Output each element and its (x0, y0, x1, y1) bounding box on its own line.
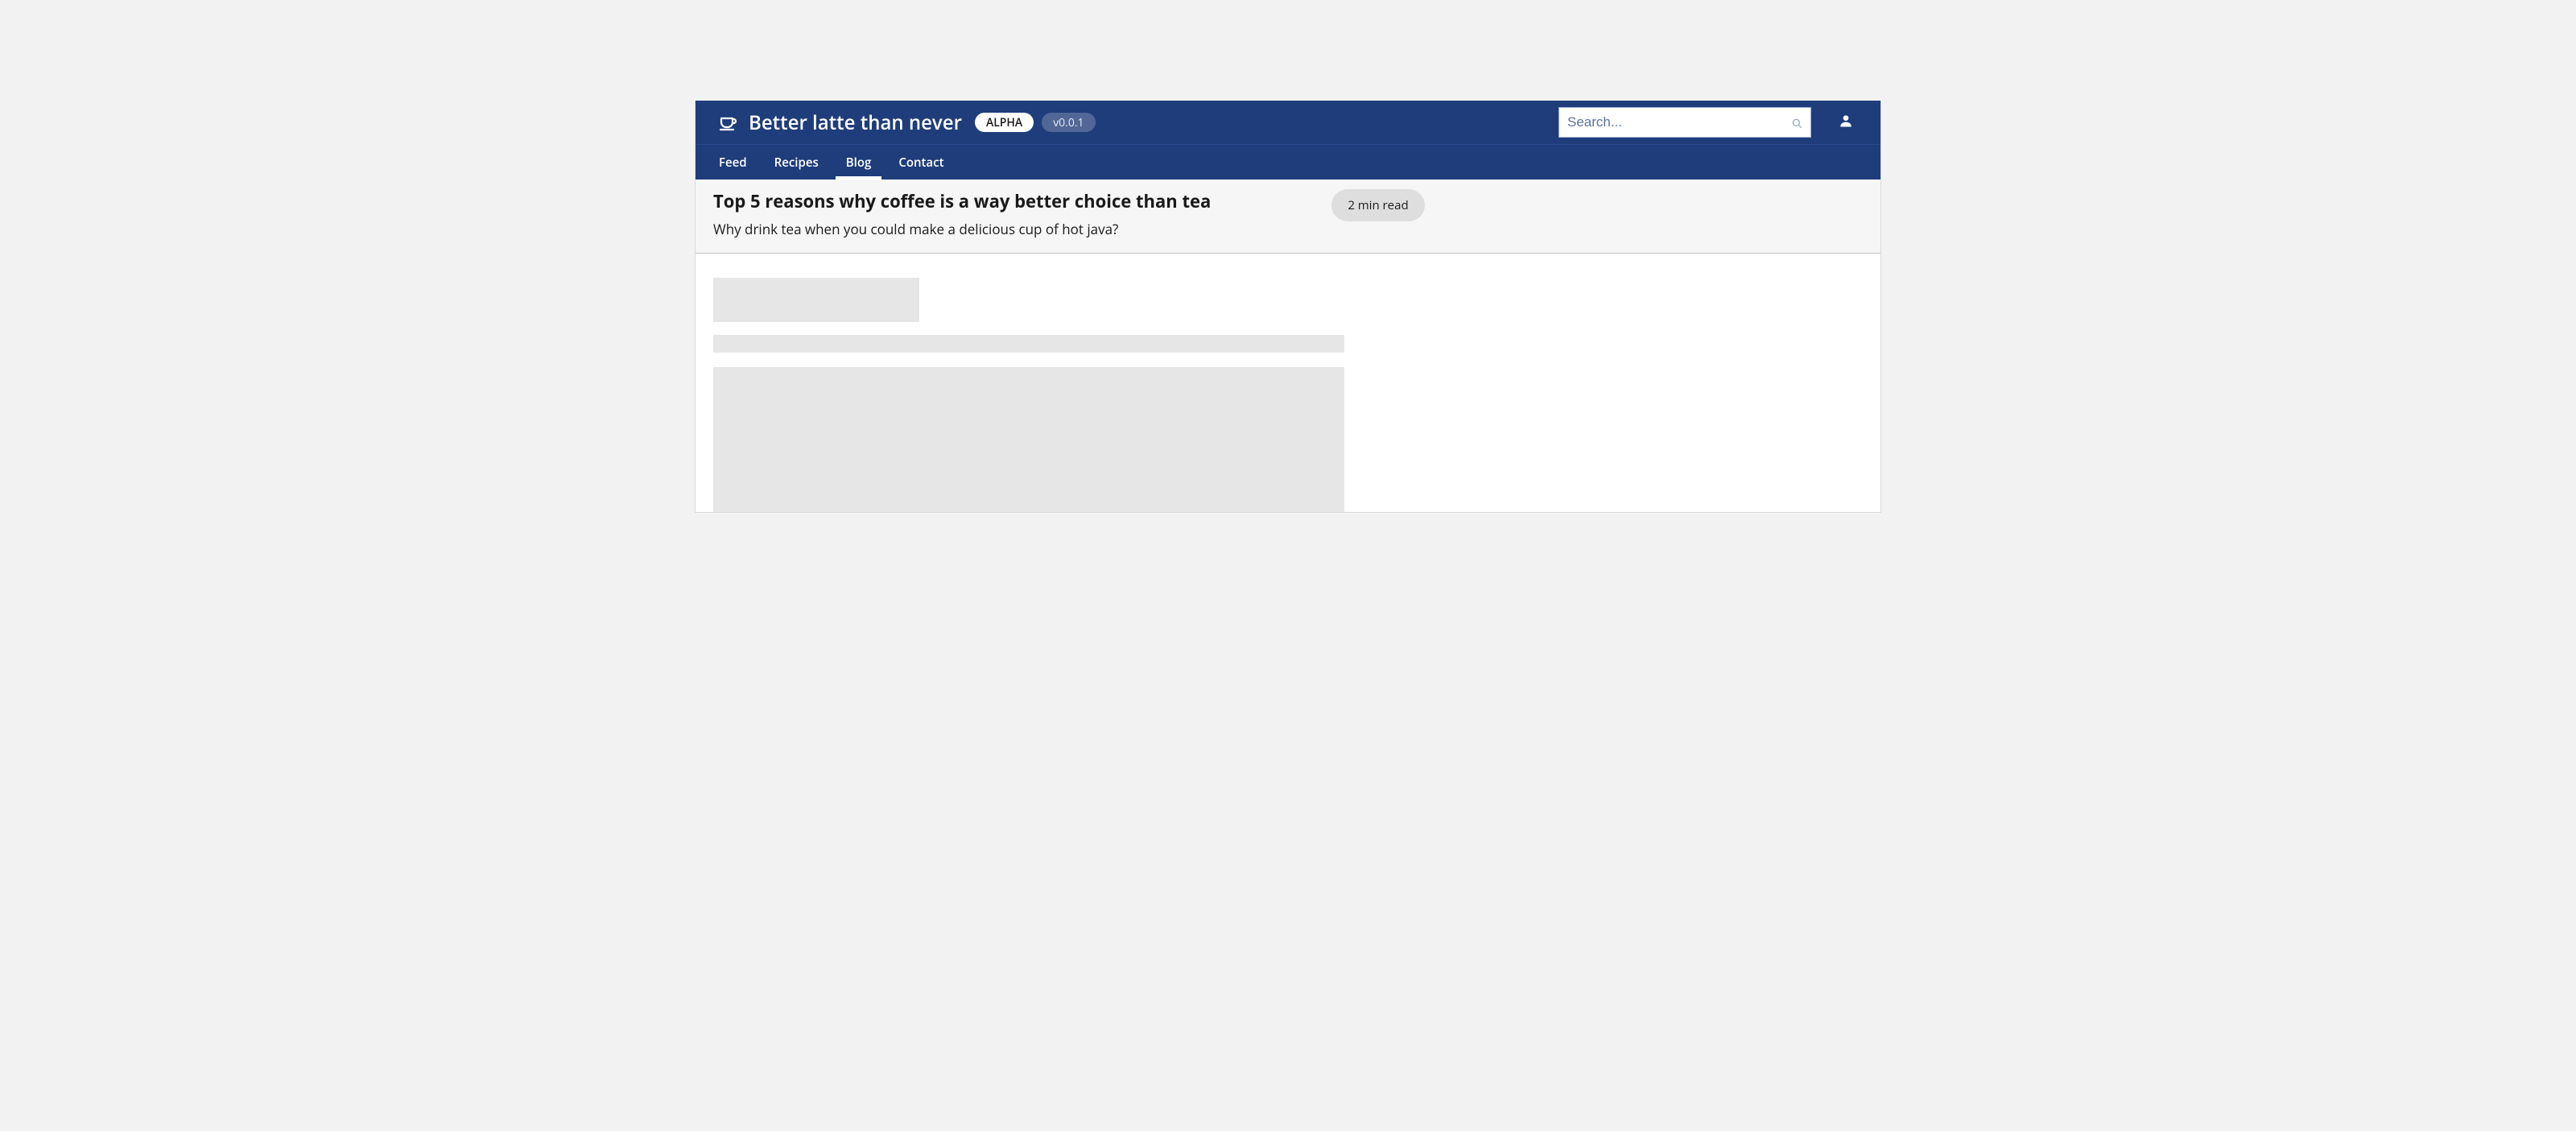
nav-item-blog[interactable]: Blog (832, 145, 886, 180)
page-header: Top 5 reasons why coffee is a way better… (696, 180, 1880, 254)
page-subtitle: Why drink tea when you could make a deli… (713, 220, 1211, 238)
search-input[interactable] (1558, 107, 1811, 138)
article-content (696, 254, 1880, 512)
version-badge: v0.0.1 (1042, 113, 1095, 132)
nav-item-recipes[interactable]: Recipes (761, 145, 832, 180)
nav-item-label: Feed (719, 155, 747, 171)
user-menu-button[interactable] (1834, 110, 1858, 134)
primary-nav: Feed Recipes Blog Contact (696, 144, 1880, 180)
coffee-cup-icon (718, 113, 737, 132)
nav-item-label: Blog (846, 155, 872, 171)
skeleton-block (713, 367, 1344, 512)
search-icon (1790, 116, 1803, 129)
nav-item-label: Recipes (774, 155, 819, 171)
nav-item-label: Contact (898, 155, 943, 171)
person-icon (1838, 113, 1854, 133)
brand-title: Better latte than never (749, 109, 962, 136)
alpha-badge: ALPHA (975, 113, 1034, 132)
app-frame: Better latte than never ALPHA v0.0.1 (695, 101, 1881, 513)
header-top: Better latte than never ALPHA v0.0.1 (696, 101, 1880, 144)
skeleton-heading (713, 278, 919, 322)
nav-item-feed[interactable]: Feed (705, 145, 761, 180)
read-time-chip: 2 min read (1331, 189, 1424, 221)
page-header-texts: Top 5 reasons why coffee is a way better… (713, 189, 1211, 238)
skeleton-line (713, 335, 1344, 353)
page-title: Top 5 reasons why coffee is a way better… (713, 189, 1211, 213)
brand: Better latte than never (718, 109, 962, 136)
nav-item-contact[interactable]: Contact (885, 145, 957, 180)
search-box (1558, 107, 1811, 138)
